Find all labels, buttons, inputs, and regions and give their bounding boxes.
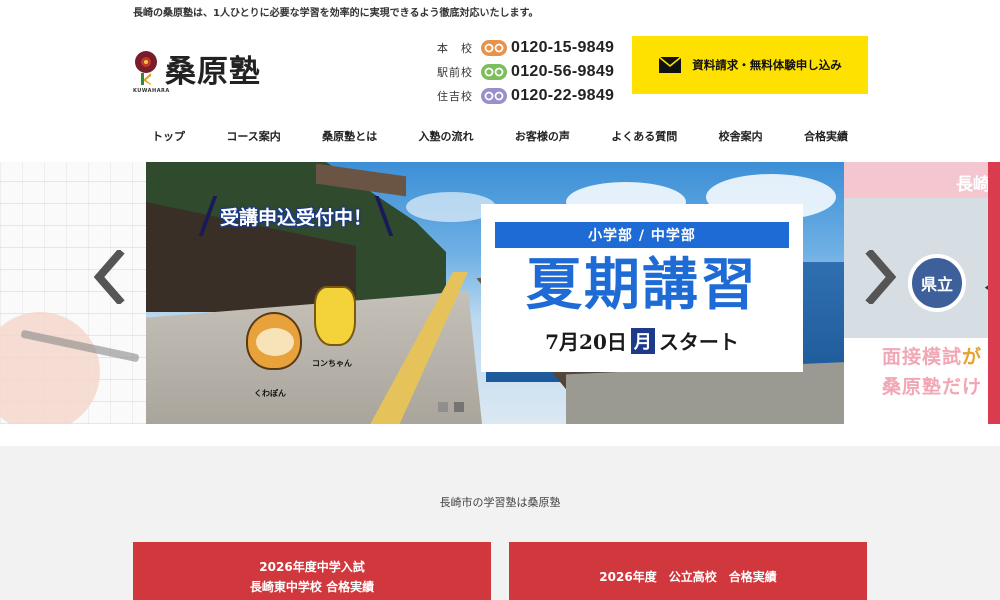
freedial-icon	[481, 40, 507, 56]
nav-item-schools[interactable]: 校舎案内	[717, 124, 765, 148]
result-card-junior-high[interactable]: 2026年度中学入試 長崎東中学校 合格実績	[133, 542, 491, 600]
hero-slider: 受講申込受付中！ くわぽん コンちゃん 小学部 / 中学部 夏期講習 7月20日…	[0, 162, 1000, 424]
mascot-kuwapon-label: くわぽん	[254, 389, 286, 398]
slider-dots	[438, 402, 464, 412]
nav-item-courses[interactable]: コース案内	[224, 124, 282, 148]
phone-number[interactable]: 0120-56-9849	[511, 63, 614, 81]
nav-item-about[interactable]: 桑原塾とは	[320, 124, 379, 148]
cta-label: 資料請求・無料体験申し込み	[692, 58, 842, 72]
logo-en-text: KUWAHARA	[133, 88, 170, 94]
next-slide-badge: 県立	[908, 254, 966, 312]
start-date-weekday: 月	[630, 327, 655, 354]
section-subtitle: 長崎市の学習塾は桑原塾	[439, 496, 561, 509]
logo-mark-icon: KUWAHARA	[133, 50, 169, 96]
results-section: 長崎市の学習塾は桑原塾 2026年度中学入試 長崎東中学校 合格実績 2026年…	[0, 446, 1000, 600]
slider-dot[interactable]	[454, 402, 464, 412]
phone-row-ekimae[interactable]: 駅前校 0120-56-9849	[437, 60, 614, 84]
nav-item-enrollment-flow[interactable]: 入塾の流れ	[417, 124, 476, 148]
site-logo[interactable]: KUWAHARA 桑原塾	[133, 50, 263, 96]
main-nav: トップ コース案内 桑原塾とは 入塾の流れ お客様の声 よくある質問 校舎案内 …	[150, 124, 850, 148]
start-date-label: スタート	[658, 330, 739, 354]
result-card-line1: 2026年度 公立高校 合格実績	[599, 570, 777, 584]
school-name: 駅前校	[437, 66, 473, 79]
mascot-konchan-label: コンちゃん	[312, 359, 352, 368]
phone-number[interactable]: 0120-22-9849	[511, 87, 614, 105]
school-name: 住吉校	[437, 90, 473, 103]
phone-number[interactable]: 0120-15-9849	[511, 39, 614, 57]
nav-item-testimonials[interactable]: お客様の声	[513, 124, 572, 148]
next-slide-line1: 面接模試が	[882, 346, 983, 368]
enrollment-text: 受講申込受付中！	[220, 206, 373, 229]
school-name: 本 校	[437, 42, 473, 55]
start-date-day: 7月20日	[545, 330, 627, 354]
slider-dot[interactable]	[438, 402, 448, 412]
next-slide-top-text: 長崎	[956, 175, 990, 195]
mail-icon	[658, 56, 682, 73]
result-card-line1: 2026年度中学入試	[259, 560, 365, 574]
result-card-high-school[interactable]: 2026年度 公立高校 合格実績	[509, 542, 867, 600]
mascot-kuwapon	[246, 312, 302, 370]
slider-prev-button[interactable]	[88, 247, 128, 307]
chevron-left-icon	[93, 250, 125, 304]
request-materials-button[interactable]: 資料請求・無料体験申し込み	[632, 36, 868, 94]
next-slide-line2: 桑原塾だけ	[882, 376, 983, 398]
result-card-line2: 長崎東中学校 合格実績	[249, 580, 375, 594]
current-slide[interactable]: 受講申込受付中！ くわぽん コンちゃん 小学部 / 中学部 夏期講習 7月20日…	[146, 162, 844, 424]
summer-course-card: 小学部 / 中学部 夏期講習 7月20日 月 スタート	[481, 204, 803, 372]
mascot-konchan	[314, 286, 356, 346]
slider-next-button[interactable]	[862, 247, 902, 307]
nav-item-faq[interactable]: よくある質問	[609, 124, 679, 148]
nav-item-top[interactable]: トップ	[150, 124, 187, 148]
freedial-icon	[481, 88, 507, 104]
freedial-icon	[481, 64, 507, 80]
start-date: 7月20日 月 スタート	[481, 326, 803, 355]
nav-item-results[interactable]: 合格実績	[802, 124, 850, 148]
course-headline: 夏期講習	[526, 252, 758, 318]
enrollment-banner: 受講申込受付中！	[198, 196, 394, 236]
course-band: 小学部 / 中学部	[495, 222, 789, 248]
phone-list: 本 校 0120-15-9849 駅前校 0120-56-9849 住吉校 01…	[437, 36, 614, 108]
logo-text: 桑原塾	[165, 54, 261, 90]
phone-row-sumiyoshi[interactable]: 住吉校 0120-22-9849	[437, 84, 614, 108]
phone-row-honko[interactable]: 本 校 0120-15-9849	[437, 36, 614, 60]
header-tagline: 長崎の桑原塾は、1人ひとりに必要な学習を効率的に実現できるよう徹底対応いたします…	[133, 8, 539, 19]
chevron-right-icon	[865, 250, 897, 304]
